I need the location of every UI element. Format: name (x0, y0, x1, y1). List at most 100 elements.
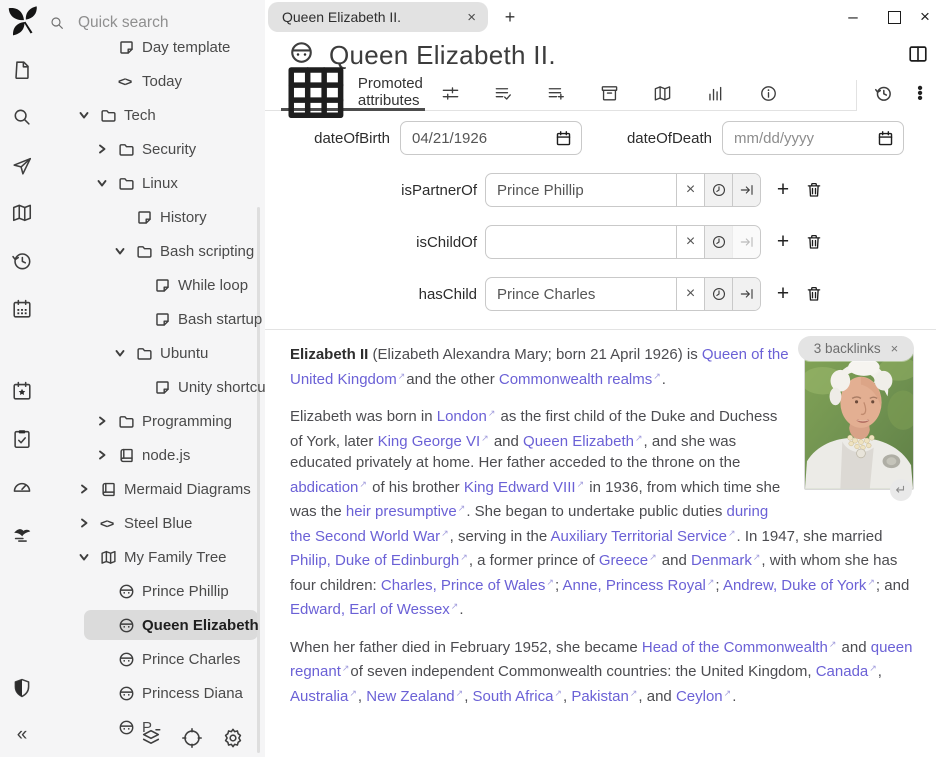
note-link[interactable]: Andrew, Duke of York↗ (723, 577, 876, 594)
tree-item[interactable]: Bash scripting (45, 234, 265, 268)
dashboard-icon[interactable] (11, 476, 33, 498)
add-icon[interactable]: + (772, 179, 794, 201)
jump-to-icon[interactable] (732, 174, 760, 206)
recent-changes-icon[interactable] (11, 250, 33, 272)
sliders-icon[interactable] (441, 84, 461, 104)
note-link[interactable]: Ceylon↗ (676, 688, 732, 705)
tree-item[interactable]: Bash startup (45, 302, 265, 336)
chevron-down-icon[interactable] (78, 551, 100, 563)
note-link[interactable]: Australia↗ (290, 688, 358, 705)
calendar-icon[interactable] (555, 130, 572, 147)
target-icon[interactable] (181, 727, 203, 749)
note-link[interactable]: abdication↗ (290, 479, 368, 496)
clock-icon[interactable] (704, 174, 732, 206)
map-book-icon[interactable] (11, 202, 33, 224)
tree-item[interactable]: Unity shortcuts (45, 370, 265, 404)
backlinks-badge[interactable]: 3 backlinks × (798, 336, 914, 361)
chevron-down-icon[interactable] (78, 109, 100, 121)
is-partner-of-input[interactable] (486, 174, 676, 206)
clear-icon[interactable]: × (676, 278, 704, 310)
note-link[interactable]: New Zealand↗ (366, 688, 464, 705)
minimize-button[interactable]: – (842, 6, 864, 28)
trash-icon[interactable] (803, 179, 825, 201)
note-link[interactable]: King Edward VIII↗ (464, 479, 585, 496)
note-link[interactable]: Head of the Commonwealth↗ (642, 639, 837, 656)
chevron-down-icon[interactable] (96, 177, 118, 189)
search-icon[interactable] (11, 106, 33, 128)
chevron-down-icon[interactable] (114, 347, 136, 359)
special-date-icon[interactable] (11, 380, 33, 402)
tree-item[interactable]: Tech (45, 98, 265, 132)
note-link[interactable]: Denmark↗ (691, 552, 761, 569)
history-icon[interactable] (873, 84, 893, 104)
chevron-right-icon[interactable] (78, 517, 100, 529)
protected-session-icon[interactable] (11, 677, 33, 699)
note-link[interactable]: South Africa↗ (473, 688, 563, 705)
maximize-button[interactable] (883, 6, 905, 28)
tree-item[interactable]: Mermaid Diagrams (45, 472, 265, 506)
chevron-right-icon[interactable] (96, 143, 118, 155)
tree-item[interactable]: node.js (45, 438, 265, 472)
backlinks-close-icon[interactable]: × (891, 338, 899, 360)
archive-icon[interactable] (600, 84, 620, 104)
new-tab-button[interactable]: + (497, 3, 523, 31)
chevron-right-icon[interactable] (78, 483, 100, 495)
note-link[interactable]: King George VI↗ (378, 433, 490, 450)
tree-item[interactable]: Day template (45, 38, 265, 64)
tree-item[interactable]: Prince Phillip (45, 574, 265, 608)
quick-search-input[interactable] (76, 13, 240, 33)
list-check-icon[interactable] (494, 84, 514, 104)
note-link[interactable]: Philip, Duke of Edinburgh↗ (290, 552, 469, 569)
chevron-down-icon[interactable] (114, 245, 136, 257)
note-tab[interactable]: Queen Elizabeth II. × (268, 2, 488, 32)
collapse-sidebar-icon[interactable]: « (11, 723, 33, 745)
is-child-of-input[interactable] (486, 226, 676, 258)
note-link[interactable]: London↗ (437, 408, 497, 425)
note-link[interactable]: Canada↗ (816, 663, 878, 680)
note-link[interactable]: heir presumptive↗ (346, 503, 466, 520)
close-button[interactable]: × (914, 6, 936, 28)
tree-item[interactable]: Princess Diana (45, 676, 265, 710)
note-link[interactable]: Anne, Princess Royal↗ (562, 577, 715, 594)
list-plus-icon[interactable] (547, 84, 567, 104)
note-link[interactable]: Queen Elizabeth↗ (523, 433, 643, 450)
tab-close-icon[interactable]: × (459, 9, 476, 26)
task-list-icon[interactable] (11, 428, 33, 450)
has-child-input[interactable] (486, 278, 676, 310)
clear-icon[interactable]: × (676, 226, 704, 258)
tree-item[interactable]: History (45, 200, 265, 234)
note-link[interactable]: Pakistan↗ (571, 688, 638, 705)
enter-link-icon[interactable]: ↵ (890, 479, 912, 501)
tree-item[interactable]: Ubuntu (45, 336, 265, 370)
new-note-icon[interactable] (11, 59, 33, 81)
clock-icon[interactable] (704, 226, 732, 258)
tree-item[interactable]: My Family Tree (45, 540, 265, 574)
tree-item[interactable]: Queen Elizabeth (45, 608, 265, 642)
kebab-menu-icon[interactable]: ••• (910, 84, 930, 104)
trilium-logo-icon[interactable] (4, 4, 42, 40)
note-link[interactable]: Charles, Prince of Wales↗ (381, 577, 555, 594)
bar-chart-icon[interactable] (706, 84, 726, 104)
map-icon[interactable] (653, 84, 673, 104)
date-of-birth-input[interactable] (401, 130, 555, 147)
jump-to-icon[interactable] (732, 278, 760, 310)
layers-minus-icon[interactable] (140, 727, 162, 749)
gear-icon[interactable] (222, 727, 244, 749)
add-icon[interactable]: + (772, 283, 794, 305)
note-link[interactable]: Auxiliary Territorial Service↗ (551, 528, 737, 545)
note-link[interactable]: Edward, Earl of Wessex↗ (290, 601, 459, 618)
trash-icon[interactable] (803, 231, 825, 253)
chevron-right-icon[interactable] (96, 415, 118, 427)
info-icon[interactable] (759, 84, 779, 104)
tree-item[interactable]: <>Steel Blue (45, 506, 265, 540)
calendar-icon[interactable] (11, 298, 33, 320)
tree-item[interactable]: Security (45, 132, 265, 166)
tree-item[interactable]: While loop (45, 268, 265, 302)
tab-promoted-attributes[interactable]: Promoted attributes (281, 76, 425, 111)
tree-scrollbar[interactable] (257, 207, 260, 753)
clear-icon[interactable]: × (676, 174, 704, 206)
date-of-death-input[interactable] (723, 130, 877, 147)
tree-item[interactable]: Programming (45, 404, 265, 438)
trash-icon[interactable] (803, 283, 825, 305)
queen-photo[interactable] (804, 350, 914, 490)
